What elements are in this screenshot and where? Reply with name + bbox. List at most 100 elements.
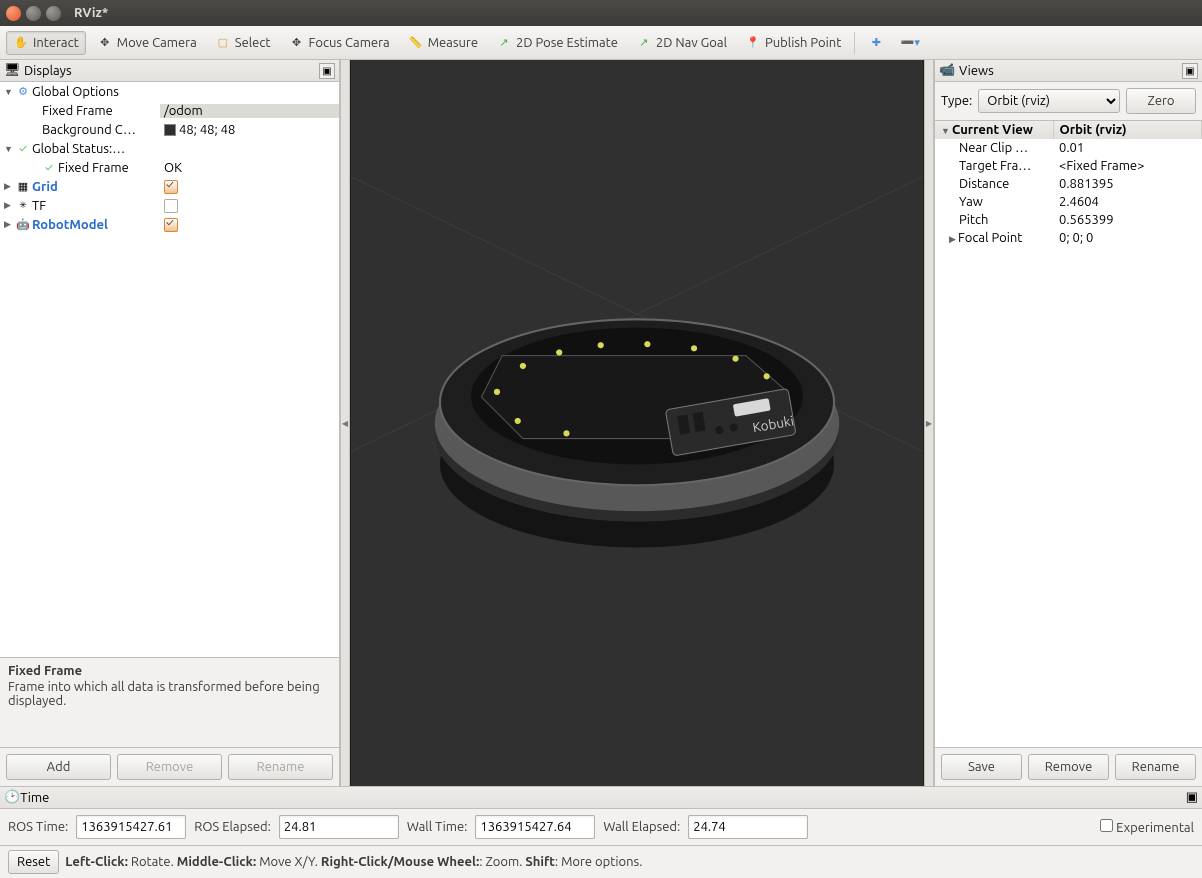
displays-help: Fixed Frame Frame into which all data is…	[0, 657, 339, 747]
ros-time-field[interactable]	[76, 815, 186, 839]
window-maximize-icon[interactable]	[46, 6, 61, 21]
nav-goal-button[interactable]: ↗ 2D Nav Goal	[629, 31, 734, 55]
view-type-select[interactable]: Orbit (rviz)	[978, 89, 1120, 113]
ruler-icon: 📏	[408, 35, 424, 51]
tree-grid[interactable]: ▶▦Grid	[0, 177, 339, 196]
wall-elapsed-field[interactable]	[688, 815, 808, 839]
window-title: RViz*	[74, 6, 108, 20]
ros-time-label: ROS Time:	[8, 820, 68, 834]
views-close-button[interactable]: ▣	[1182, 63, 1198, 79]
move-camera-icon: ✥	[97, 35, 113, 51]
hand-icon: ✋	[13, 35, 29, 51]
pin-icon: 📍	[745, 35, 761, 51]
time-close-button[interactable]: ▣	[1186, 790, 1198, 805]
time-panel-title: 🕑 Time ▣	[0, 787, 1202, 809]
rename-display-button[interactable]: Rename	[228, 754, 333, 780]
focus-camera-button[interactable]: ✥ Focus Camera	[282, 31, 397, 55]
arrow-green-icon: ↗	[636, 35, 652, 51]
publish-point-label: Publish Point	[765, 36, 841, 50]
view-yaw[interactable]: Yaw2.4604	[935, 193, 1202, 211]
clock-icon: 🕑	[4, 790, 20, 805]
ros-elapsed-label: ROS Elapsed:	[194, 820, 271, 834]
move-camera-button[interactable]: ✥ Move Camera	[90, 31, 204, 55]
experimental-checkbox[interactable]	[1100, 819, 1113, 832]
displays-title-label: Displays	[24, 64, 72, 78]
add-tool-button[interactable]: ✚	[861, 31, 891, 55]
status-hints: Left-Click: Rotate. Middle-Click: Move X…	[65, 855, 642, 869]
remove-tool-button[interactable]: ➖▾	[895, 31, 925, 55]
window-close-icon[interactable]	[6, 6, 21, 21]
window-titlebar: RViz*	[0, 0, 1202, 26]
save-view-button[interactable]: Save	[941, 754, 1022, 780]
right-collapse-handle[interactable]: ▶	[924, 60, 934, 786]
time-values-row: ROS Time: ROS Elapsed: Wall Time: Wall E…	[0, 809, 1202, 846]
left-collapse-handle[interactable]: ◀	[340, 60, 350, 786]
tree-fixed-frame-status[interactable]: ✓Fixed Frame OK	[0, 158, 339, 177]
3d-viewport[interactable]: Kobuki	[350, 60, 924, 786]
arrow-green-icon: ↗	[496, 35, 512, 51]
wall-time-field[interactable]	[475, 815, 595, 839]
rename-view-button[interactable]: Rename	[1115, 754, 1196, 780]
time-title-label: Time	[20, 791, 49, 805]
wall-elapsed-label: Wall Elapsed:	[603, 820, 680, 834]
remove-display-button[interactable]: Remove	[117, 754, 222, 780]
publish-point-button[interactable]: 📍 Publish Point	[738, 31, 848, 55]
tree-background-color[interactable]: Background C… 48; 48; 48	[0, 120, 339, 139]
views-buttons: Save Remove Rename	[935, 747, 1202, 786]
plus-icon: ✚	[868, 35, 884, 51]
displays-buttons: Add Remove Rename	[0, 747, 339, 786]
measure-label: Measure	[428, 36, 478, 50]
pose-estimate-label: 2D Pose Estimate	[516, 36, 618, 50]
displays-panel-title: 🖥 Displays ▣	[0, 60, 339, 82]
view-focal-point[interactable]: ▶ Focal Point0; 0; 0	[935, 229, 1202, 247]
select-label: Select	[235, 36, 271, 50]
view-pitch[interactable]: Pitch0.565399	[935, 211, 1202, 229]
interact-label: Interact	[33, 36, 79, 50]
select-icon: ▢	[215, 35, 231, 51]
select-button[interactable]: ▢ Select	[208, 31, 278, 55]
robotmodel-checkbox[interactable]	[164, 218, 178, 232]
add-display-button[interactable]: Add	[6, 754, 111, 780]
displays-icon: 🖥	[4, 63, 20, 79]
tree-global-options[interactable]: ▼⚙Global Options	[0, 82, 339, 101]
camera-icon: 📹	[939, 63, 955, 79]
gear-icon: ⚙	[16, 85, 30, 99]
main-toolbar: ✋ Interact ✥ Move Camera ▢ Select ✥ Focu…	[0, 26, 1202, 60]
pose-estimate-button[interactable]: ↗ 2D Pose Estimate	[489, 31, 625, 55]
experimental-checkbox-label[interactable]: Experimental	[1100, 819, 1194, 835]
view-target-frame[interactable]: Target Fra…<Fixed Frame>	[935, 157, 1202, 175]
views-title-label: Views	[959, 64, 994, 78]
status-row: Reset Left-Click: Rotate. Middle-Click: …	[0, 846, 1202, 878]
grid-icon: ▦	[16, 180, 30, 194]
displays-close-button[interactable]: ▣	[319, 63, 335, 79]
tree-fixed-frame[interactable]: Fixed Frame /odom	[0, 101, 339, 120]
move-camera-label: Move Camera	[117, 36, 197, 50]
tree-tf[interactable]: ▶✳TF	[0, 196, 339, 215]
window-minimize-icon[interactable]	[26, 6, 41, 21]
view-distance[interactable]: Distance0.881395	[935, 175, 1202, 193]
views-panel: 📹 Views ▣ Type: Orbit (rviz) Zero ▼ Curr…	[934, 60, 1202, 786]
displays-tree[interactable]: ▼⚙Global Options Fixed Frame /odom Backg…	[0, 82, 339, 657]
reset-button[interactable]: Reset	[8, 850, 59, 874]
view-type-label: Type:	[941, 94, 972, 108]
views-tree[interactable]: ▼ Current ViewOrbit (rviz) Near Clip …0.…	[935, 121, 1202, 747]
measure-button[interactable]: 📏 Measure	[401, 31, 485, 55]
tree-robot-model[interactable]: ▶🤖RobotModel	[0, 215, 339, 234]
interact-button[interactable]: ✋ Interact	[6, 31, 86, 55]
zero-button[interactable]: Zero	[1126, 88, 1196, 114]
color-chip	[164, 124, 176, 136]
views-controls: Type: Orbit (rviz) Zero	[935, 82, 1202, 121]
help-title: Fixed Frame	[8, 664, 331, 678]
nav-goal-label: 2D Nav Goal	[656, 36, 727, 50]
tf-checkbox[interactable]	[164, 199, 178, 213]
toolbar-separator	[854, 32, 855, 54]
check-icon: ✓	[42, 161, 56, 175]
remove-view-button[interactable]: Remove	[1028, 754, 1109, 780]
views-panel-title: 📹 Views ▣	[935, 60, 1202, 82]
grid-checkbox[interactable]	[164, 180, 178, 194]
robot-icon: 🤖	[16, 218, 30, 232]
ros-elapsed-field[interactable]	[279, 815, 399, 839]
tree-global-status[interactable]: ▼✓Global Status:…	[0, 139, 339, 158]
view-near-clip[interactable]: Near Clip …0.01	[935, 139, 1202, 157]
focus-camera-icon: ✥	[289, 35, 305, 51]
